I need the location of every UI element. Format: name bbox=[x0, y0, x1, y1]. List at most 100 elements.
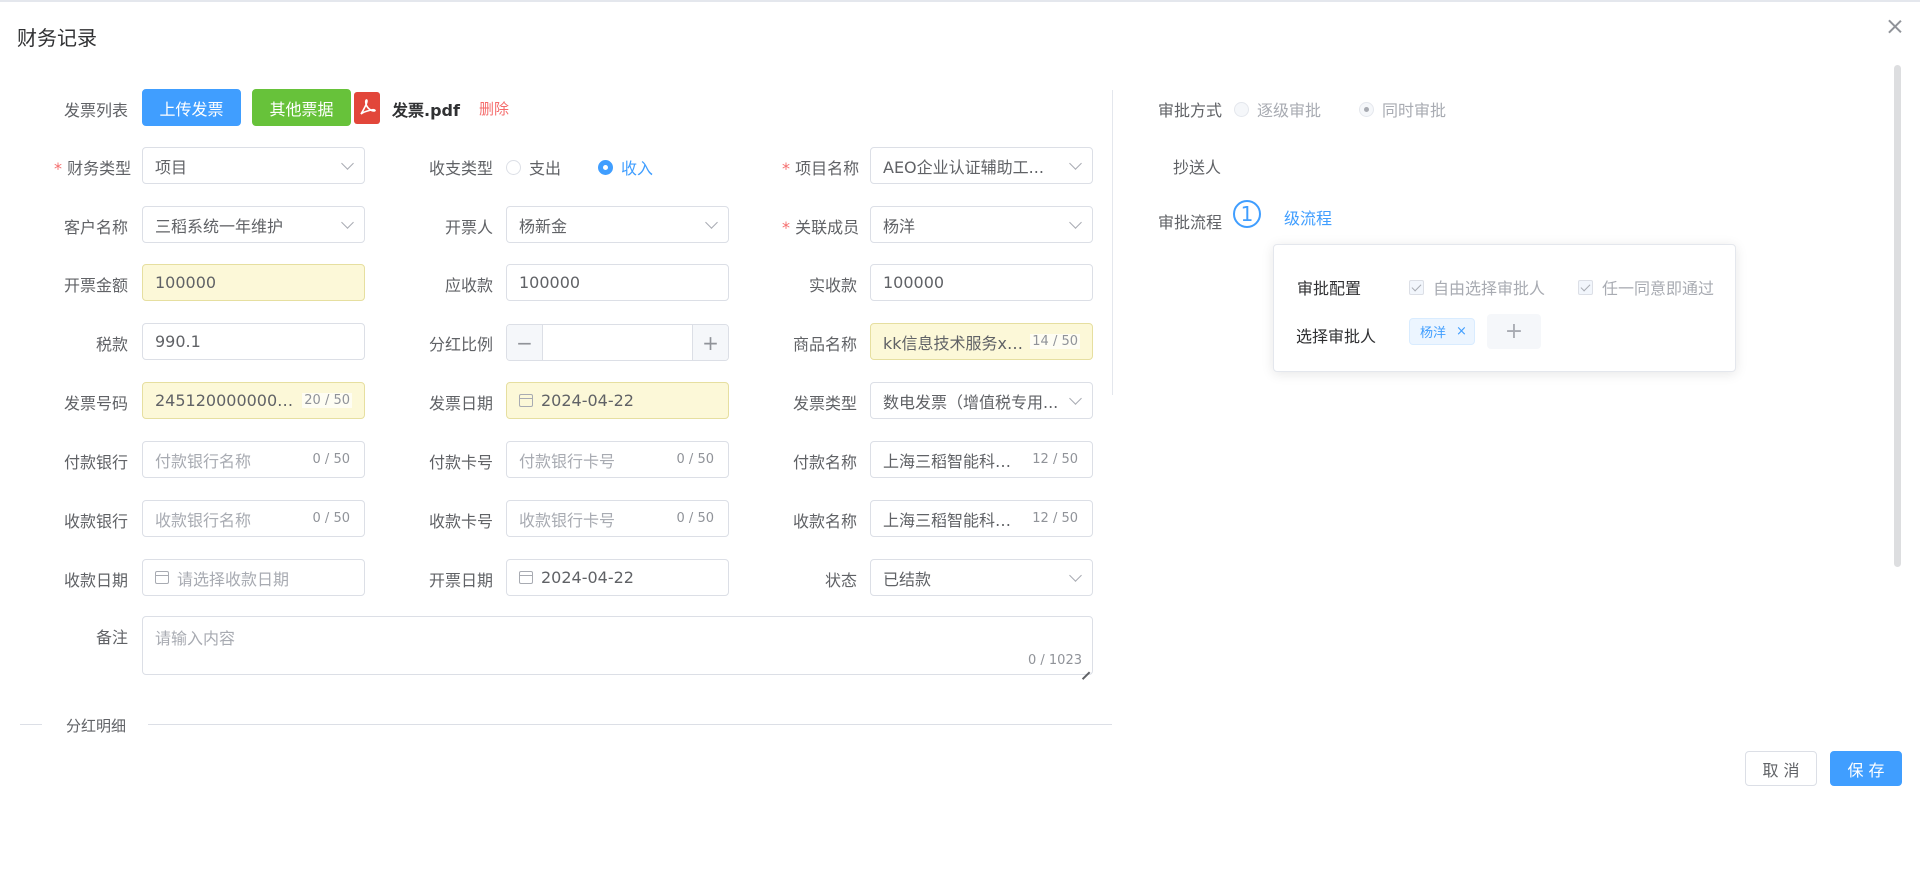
minus-icon[interactable]: − bbox=[507, 325, 543, 360]
chevron-down-icon bbox=[1069, 568, 1082, 582]
invoicer-select[interactable]: 杨新金 bbox=[506, 206, 729, 243]
dividend-ratio-stepper[interactable]: − + bbox=[506, 324, 729, 361]
recv-card-placeholder: 收款银行卡号 bbox=[519, 510, 616, 530]
char-counter: 0 / 50 bbox=[674, 452, 716, 467]
dividend-ratio-input[interactable] bbox=[543, 325, 692, 360]
checkbox-label: 自由选择审批人 bbox=[1433, 279, 1546, 298]
scrollbar[interactable] bbox=[1894, 65, 1901, 567]
dividend-ratio-label: 分红比例 bbox=[429, 335, 494, 354]
select-approver-label: 选择审批人 bbox=[1296, 327, 1377, 346]
plus-icon[interactable]: + bbox=[692, 325, 728, 360]
pay-name-input[interactable]: 上海三稻智能科技有 12 / 50 bbox=[870, 441, 1093, 478]
radio-expense[interactable]: 支出 bbox=[506, 155, 561, 179]
recv-name-value: 上海三稻智能科技有 bbox=[883, 510, 1025, 530]
upload-invoice-button[interactable]: 上传发票 bbox=[142, 89, 241, 126]
close-icon[interactable]: × bbox=[1456, 324, 1467, 339]
finance-type-select[interactable]: 项目 bbox=[142, 147, 365, 184]
recv-card-input[interactable]: 收款银行卡号 0 / 50 bbox=[506, 500, 729, 537]
invoice-amount-input[interactable]: 100000 bbox=[142, 264, 365, 301]
invoice-number-input[interactable]: 2451200000007209 20 / 50 bbox=[142, 382, 365, 419]
radio-label: 收入 bbox=[621, 159, 654, 178]
invoicer-value: 杨新金 bbox=[519, 216, 568, 236]
received-input[interactable]: 100000 bbox=[870, 264, 1093, 301]
io-type-label: 收支类型 bbox=[429, 159, 494, 178]
goods-name-input[interactable]: kk信息技术服务xAE 14 / 50 bbox=[870, 323, 1093, 360]
invoice-number-label: 发票号码 bbox=[64, 394, 129, 413]
customer-name-label: 客户名称 bbox=[64, 218, 129, 237]
char-counter: 20 / 50 bbox=[302, 393, 352, 408]
recv-bank-label: 收款银行 bbox=[64, 512, 129, 531]
radio-label: 逐级审批 bbox=[1257, 101, 1322, 120]
chevron-down-icon bbox=[341, 156, 354, 170]
pay-card-input[interactable]: 付款银行卡号 0 / 50 bbox=[506, 441, 729, 478]
pay-bank-input[interactable]: 付款银行名称 0 / 50 bbox=[142, 441, 365, 478]
save-button[interactable]: 保 存 bbox=[1830, 751, 1902, 786]
goods-name-label: 商品名称 bbox=[793, 335, 858, 354]
chevron-down-icon bbox=[341, 215, 354, 229]
remark-textarea[interactable]: 请输入内容 0 / 1023 bbox=[142, 616, 1093, 675]
invoice-type-select[interactable]: 数电发票（增值税专用... bbox=[870, 382, 1093, 419]
invoice-amount-label: 开票金额 bbox=[64, 276, 129, 295]
dialog-title: 财务记录 bbox=[17, 26, 97, 50]
checkbox-any-approve-pass: 任一同意即通过 bbox=[1578, 275, 1714, 299]
radio-circle-icon bbox=[598, 159, 613, 175]
project-name-value: AEO企业认证辅助工... bbox=[883, 157, 1044, 177]
approval-config-popover bbox=[1273, 244, 1736, 372]
radio-income[interactable]: 收入 bbox=[598, 155, 653, 179]
issue-date-value: 2024-04-22 bbox=[541, 568, 634, 587]
status-value: 已结款 bbox=[883, 569, 932, 589]
checkbox-free-choose-approver: 自由选择审批人 bbox=[1409, 275, 1545, 299]
pay-name-label: 付款名称 bbox=[793, 453, 858, 472]
invoice-file-name[interactable]: 发票.pdf bbox=[392, 97, 460, 121]
recv-bank-input[interactable]: 收款银行名称 0 / 50 bbox=[142, 500, 365, 537]
related-member-select[interactable]: 杨洋 bbox=[870, 206, 1093, 243]
invoice-date-picker[interactable]: 2024-04-22 bbox=[506, 382, 729, 419]
pay-card-label: 付款卡号 bbox=[429, 453, 494, 472]
radio-parallel-approval: 同时审批 bbox=[1359, 97, 1446, 121]
goods-name-value: kk信息技术服务xAE bbox=[883, 333, 1025, 353]
status-select[interactable]: 已结款 bbox=[870, 559, 1093, 596]
char-counter: 12 / 50 bbox=[1030, 452, 1080, 467]
approver-name: 杨洋 bbox=[1420, 326, 1447, 341]
delete-invoice-link[interactable]: 删除 bbox=[479, 98, 509, 119]
column-separator bbox=[1112, 90, 1113, 395]
char-counter: 0 / 1023 bbox=[1028, 653, 1082, 668]
invoice-number-value: 2451200000007209 bbox=[155, 391, 297, 410]
other-receipt-button[interactable]: 其他票据 bbox=[252, 89, 351, 126]
approval-method-label: 审批方式 bbox=[1158, 101, 1223, 120]
close-icon[interactable] bbox=[1885, 17, 1905, 37]
project-name-label: 项目名称 bbox=[782, 155, 859, 179]
finance-type-label: 财务类型 bbox=[54, 155, 131, 179]
customer-name-select[interactable]: 三稻系统一年维护 bbox=[142, 206, 365, 243]
finance-record-dialog: 财务记录 发票列表 上传发票 其他票据 发票.pdf 删除 财务类型 项目 收支… bbox=[0, 0, 1920, 879]
project-name-select[interactable]: AEO企业认证辅助工... bbox=[870, 147, 1093, 184]
checkbox-label: 任一同意即通过 bbox=[1602, 279, 1715, 298]
flow-level-link[interactable]: 级流程 bbox=[1284, 205, 1332, 229]
add-approver-button[interactable]: + bbox=[1487, 314, 1541, 349]
invoice-amount-value: 100000 bbox=[155, 273, 217, 292]
recv-date-placeholder: 请选择收款日期 bbox=[177, 569, 290, 589]
tax-label: 税款 bbox=[96, 335, 129, 354]
invoice-date-label: 发票日期 bbox=[429, 394, 494, 413]
divider-line-right bbox=[148, 724, 1112, 725]
receivable-input[interactable]: 100000 bbox=[506, 264, 729, 301]
calendar-icon bbox=[519, 571, 533, 584]
calendar-icon bbox=[155, 571, 169, 584]
finance-type-value: 项目 bbox=[155, 157, 188, 177]
resize-handle-icon[interactable] bbox=[1080, 662, 1090, 672]
chevron-down-icon bbox=[1069, 391, 1082, 405]
receivable-label: 应收款 bbox=[445, 276, 494, 295]
chevron-down-icon bbox=[705, 215, 718, 229]
pay-name-value: 上海三稻智能科技有 bbox=[883, 451, 1025, 471]
issue-date-picker[interactable]: 2024-04-22 bbox=[506, 559, 729, 596]
char-counter: 0 / 50 bbox=[310, 452, 352, 467]
pay-bank-placeholder: 付款银行名称 bbox=[155, 451, 252, 471]
tax-input[interactable]: 990.1 bbox=[142, 323, 365, 360]
approval-config-label: 审批配置 bbox=[1297, 279, 1362, 298]
recv-date-picker[interactable]: 请选择收款日期 bbox=[142, 559, 365, 596]
check-icon bbox=[1578, 279, 1593, 295]
cancel-button[interactable]: 取 消 bbox=[1745, 751, 1817, 786]
recv-name-input[interactable]: 上海三稻智能科技有 12 / 50 bbox=[870, 500, 1093, 537]
received-label: 实收款 bbox=[809, 276, 858, 295]
related-member-value: 杨洋 bbox=[883, 216, 916, 236]
